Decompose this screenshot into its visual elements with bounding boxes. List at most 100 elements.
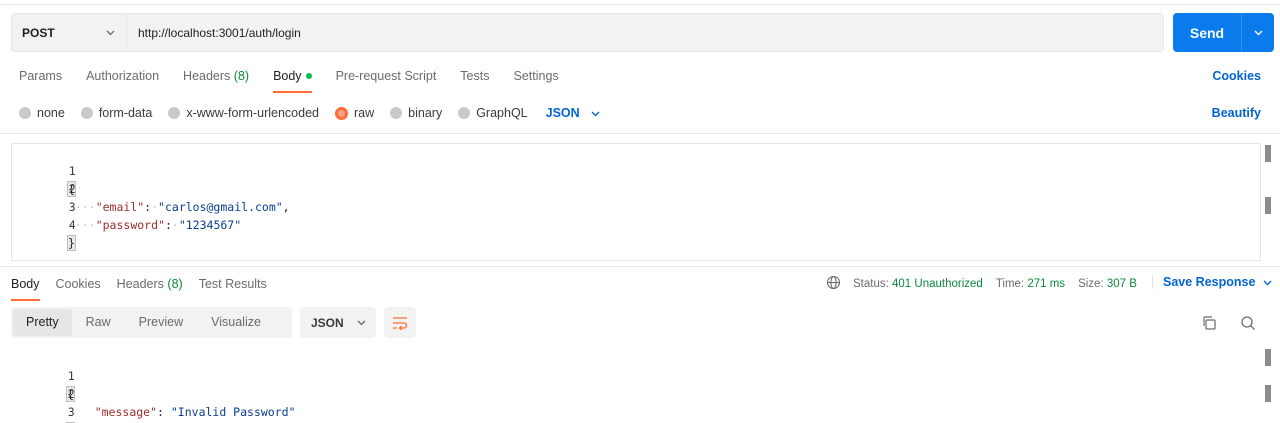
- res-tab-cookies[interactable]: Cookies: [56, 274, 101, 301]
- radio-circle: [80, 107, 93, 119]
- brace-close: }: [67, 235, 76, 251]
- code-text: ····"password":·"1234567": [68, 218, 242, 232]
- space-dot: ·: [171, 218, 179, 232]
- response-status-bar: Status: 401 Unauthorized Time: 271 ms Si…: [826, 275, 1137, 293]
- tab-authorization[interactable]: Authorization: [86, 66, 159, 93]
- response-body-viewer[interactable]: 1 { 2 "message": "Invalid Password" 3 }: [11, 347, 1261, 423]
- code-line: 1 {: [12, 144, 1260, 197]
- save-response-button[interactable]: Save Response: [1152, 275, 1273, 289]
- send-label: Send: [1189, 24, 1225, 41]
- radio-graphql-label: GraphQL: [476, 106, 528, 120]
- radio-graphql[interactable]: GraphQL: [458, 106, 528, 120]
- copy-icon[interactable]: [1199, 313, 1219, 333]
- code-text: "message": "Invalid Password": [94, 405, 296, 419]
- tab-settings[interactable]: Settings: [513, 66, 558, 93]
- search-icon[interactable]: [1238, 313, 1258, 333]
- save-response-label: Save Response: [1163, 275, 1256, 289]
- radio-binary[interactable]: binary: [390, 106, 442, 120]
- res-tab-headers[interactable]: Headers (8): [117, 274, 183, 301]
- globe-icon[interactable]: [826, 275, 841, 293]
- code-text: }: [67, 234, 76, 252]
- response-tabs: Body Cookies Headers (8) Test Results: [11, 274, 283, 301]
- request-tabs: Params Authorization Headers (8) Body Pr…: [19, 66, 583, 94]
- cookies-link[interactable]: Cookies: [1212, 69, 1261, 83]
- radio-urlencoded-label: x-www-form-urlencoded: [186, 106, 319, 120]
- raw-format-select[interactable]: JSON: [546, 106, 601, 120]
- tab-body[interactable]: Body: [273, 66, 312, 93]
- line-number: 3: [67, 405, 75, 419]
- divider: [0, 133, 1280, 134]
- res-tab-body[interactable]: Body: [11, 274, 40, 301]
- chevron-down-icon: [1263, 280, 1272, 285]
- request-body-editor[interactable]: 1 { 2 ····"email":·"carlos@gmail.com", 3…: [11, 143, 1261, 261]
- code-line: 3 ····"password":·"1234567": [12, 180, 1260, 232]
- radio-circle: [458, 107, 471, 119]
- radio-circle-selected: [335, 106, 348, 120]
- json-value-password: "1234567": [178, 218, 242, 232]
- radio-binary-label: binary: [408, 106, 443, 120]
- view-pretty[interactable]: Pretty: [13, 309, 72, 336]
- size-label: Size:: [1078, 278, 1104, 290]
- send-options-chevron-icon[interactable]: [1241, 13, 1274, 52]
- radio-none[interactable]: none: [19, 106, 65, 120]
- res-tab-test-results[interactable]: Test Results: [199, 274, 267, 301]
- divider: [0, 266, 1280, 267]
- send-button[interactable]: Send: [1173, 13, 1274, 52]
- response-format-label: JSON: [311, 315, 344, 330]
- radio-raw-label: raw: [354, 106, 375, 120]
- tab-headers-label: Headers: [183, 69, 231, 83]
- request-scrollbar-top[interactable]: [1265, 145, 1271, 162]
- status-label: Status:: [853, 278, 889, 290]
- radio-none-label: none: [37, 106, 65, 120]
- tab-prerequest-script[interactable]: Pre-request Script: [336, 66, 437, 93]
- radio-form-data-label: form-data: [98, 106, 153, 120]
- line-number: 4: [68, 218, 76, 232]
- radio-circle: [168, 107, 181, 119]
- res-tab-headers-count: (8): [167, 277, 183, 291]
- url-bar: POST http://localhost:3001/auth/login: [11, 13, 1164, 52]
- radio-urlencoded[interactable]: x-www-form-urlencoded: [168, 106, 319, 120]
- tab-params[interactable]: Params: [19, 66, 62, 93]
- view-visualize[interactable]: Visualize: [197, 309, 275, 336]
- time-label: Time:: [995, 278, 1025, 290]
- status-value[interactable]: 401 Unauthorized: [892, 278, 983, 290]
- url-input[interactable]: http://localhost:3001/auth/login: [127, 14, 1163, 51]
- wrap-lines-icon[interactable]: [384, 307, 416, 338]
- json-key-password: "password": [95, 218, 165, 232]
- tab-tests[interactable]: Tests: [460, 66, 489, 93]
- response-format-select[interactable]: JSON: [300, 307, 376, 338]
- code-line: 2 "message": "Invalid Password": [11, 367, 1261, 419]
- tab-headers-count: (8): [233, 69, 250, 83]
- code-line: 1 {: [11, 349, 1261, 402]
- top-border: [0, 0, 1280, 5]
- method-select[interactable]: POST: [12, 14, 127, 51]
- method-label: POST: [22, 25, 55, 40]
- raw-format-label: JSON: [545, 106, 580, 120]
- radio-circle: [19, 107, 31, 119]
- size-value[interactable]: 307 B: [1107, 278, 1137, 290]
- radio-circle: [390, 107, 403, 119]
- radio-raw[interactable]: raw: [335, 106, 374, 120]
- tab-body-label: Body: [273, 69, 302, 83]
- view-preview[interactable]: Preview: [125, 309, 197, 336]
- beautify-button[interactable]: Beautify: [1212, 106, 1261, 120]
- chevron-down-icon: [357, 320, 366, 326]
- body-type-selector: none form-data x-www-form-urlencoded raw…: [19, 105, 601, 121]
- request-scrollbar-thumb[interactable]: [1265, 197, 1271, 214]
- response-scrollbar-top[interactable]: [1265, 349, 1271, 366]
- json-key-message: "message": [94, 405, 158, 419]
- code-line: 3 }: [11, 385, 1261, 423]
- code-line: 2 ····"email":·"carlos@gmail.com",: [12, 162, 1260, 214]
- response-scrollbar-thumb[interactable]: [1265, 385, 1271, 402]
- chevron-down-icon: [591, 111, 600, 116]
- body-modified-dot: [305, 73, 312, 79]
- time-value[interactable]: 271 ms: [1027, 278, 1065, 290]
- response-view-toggle: Pretty Raw Preview Visualize: [11, 307, 292, 338]
- res-tab-headers-label: Headers: [116, 277, 164, 291]
- json-value-message: "Invalid Password": [170, 405, 296, 419]
- code-line: 4 }: [12, 198, 1260, 251]
- tab-headers[interactable]: Headers (8): [183, 66, 249, 93]
- radio-form-data[interactable]: form-data: [80, 106, 153, 120]
- view-raw[interactable]: Raw: [72, 309, 125, 336]
- chevron-down-icon: [105, 27, 116, 41]
